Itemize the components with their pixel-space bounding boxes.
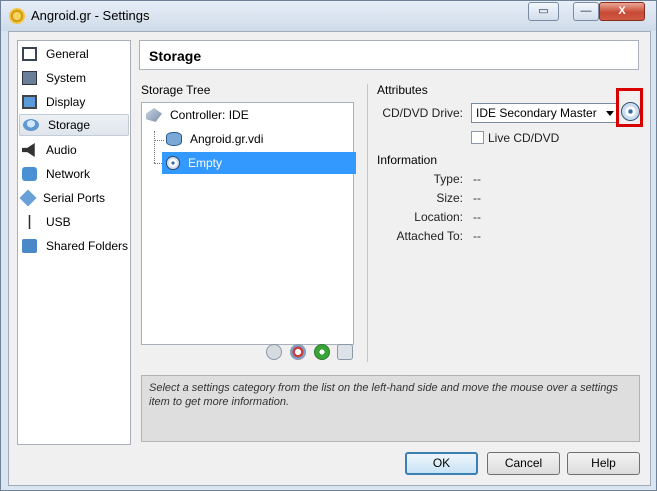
audio-icon [22,143,35,157]
sidebar-item-label: System [46,71,87,85]
sidebar-item-usb[interactable]: USB [19,211,129,233]
hard-disk-icon [166,132,182,146]
shared-folders-icon [22,239,37,253]
tree-connector [154,140,164,141]
tree-item-hard-disk[interactable]: Angroid.gr.vdi [166,128,263,150]
sidebar-item-label: USB [46,215,71,229]
tree-item-cd-drive[interactable]: Empty [162,152,356,174]
sidebar-item-label: Display [46,95,86,109]
sidebar-item-network[interactable]: Network [19,163,129,185]
general-icon [22,47,37,61]
sidebar-item-label: Shared Folders [46,239,129,253]
sidebar-item-label: General [46,47,89,61]
sidebar-item-audio[interactable]: Audio [19,139,129,161]
page-title: Storage [149,48,202,64]
window-title: Angroid.gr - Settings [31,8,150,23]
sidebar-item-label: Serial Ports [43,191,106,205]
app-gear-icon [9,8,25,24]
chevron-down-icon [606,111,614,116]
sidebar-item-display[interactable]: Display [19,91,129,113]
help-button[interactable]: Help [567,452,640,475]
cd-dvd-drive-value: IDE Secondary Master [476,106,597,120]
add-controller-icon[interactable] [314,344,330,360]
type-label: Type: [433,172,463,186]
sidebar-item-storage[interactable]: Storage [19,114,129,136]
storage-tree-label: Storage Tree [141,83,211,97]
settings-category-list: General System Display Storage Audio Net… [17,40,131,445]
serial-ports-icon [19,189,37,207]
tree-item-label: Empty [188,156,223,170]
live-cd-checkbox[interactable] [471,131,484,144]
help-description-box: Select a settings category from the list… [141,375,640,442]
remove-attachment-icon[interactable] [337,344,353,360]
location-value: -- [473,210,481,224]
cd-drive-icon [166,156,180,170]
sidebar-item-label: Network [46,167,91,181]
ide-controller-icon [146,108,162,122]
cd-dvd-drive-label: CD/DVD Drive: [382,106,463,120]
network-icon [22,167,37,181]
tree-item-controller[interactable]: Controller: IDE [146,104,249,126]
cancel-button[interactable]: Cancel [487,452,560,475]
settings-window: Angroid.gr - Settings ▭ — X General Syst… [0,0,657,491]
sidebar-item-label: Audio [46,143,77,157]
highlight-annotation [616,88,643,127]
dialog-body: General System Display Storage Audio Net… [8,31,651,486]
sidebar-item-shared-folders[interactable]: Shared Folders [19,235,129,257]
sidebar-item-system[interactable]: System [19,67,129,89]
tree-connector [154,131,156,163]
display-icon [22,95,37,109]
help-description-text: Select a settings category from the list… [149,382,618,408]
window-help-button[interactable]: ▭ [528,2,559,21]
location-label: Location: [414,210,463,224]
minimize-button[interactable]: — [573,2,599,21]
size-value: -- [473,191,481,205]
sidebar-item-general[interactable]: General [19,43,129,65]
size-label: Size: [436,191,463,205]
add-attachment-icon[interactable] [266,344,282,360]
tree-item-label: Angroid.gr.vdi [190,132,264,146]
attached-to-value: -- [473,229,481,243]
sidebar-item-label: Storage [48,118,91,132]
storage-tree: Controller: IDE Angroid.gr.vdi Empty [141,102,356,345]
cd-dvd-drive-select[interactable]: IDE Secondary Master [471,103,619,123]
information-label: Information [377,153,438,167]
usb-icon [28,215,31,229]
type-value: -- [473,172,481,186]
attributes-label: Attributes [377,83,428,97]
close-button[interactable]: X [599,2,645,21]
page-header: Storage [139,40,639,70]
system-icon [22,71,37,85]
attached-to-label: Attached To: [396,229,464,243]
live-cd-label: Live CD/DVD [488,131,560,145]
sidebar-item-serial-ports[interactable]: Serial Ports [19,187,129,209]
remove-controller-icon[interactable] [290,344,306,360]
storage-icon [23,119,39,131]
tree-item-label: Controller: IDE [170,108,249,122]
ok-button[interactable]: OK [405,452,478,475]
title-bar: Angroid.gr - Settings ▭ — X [1,1,656,31]
